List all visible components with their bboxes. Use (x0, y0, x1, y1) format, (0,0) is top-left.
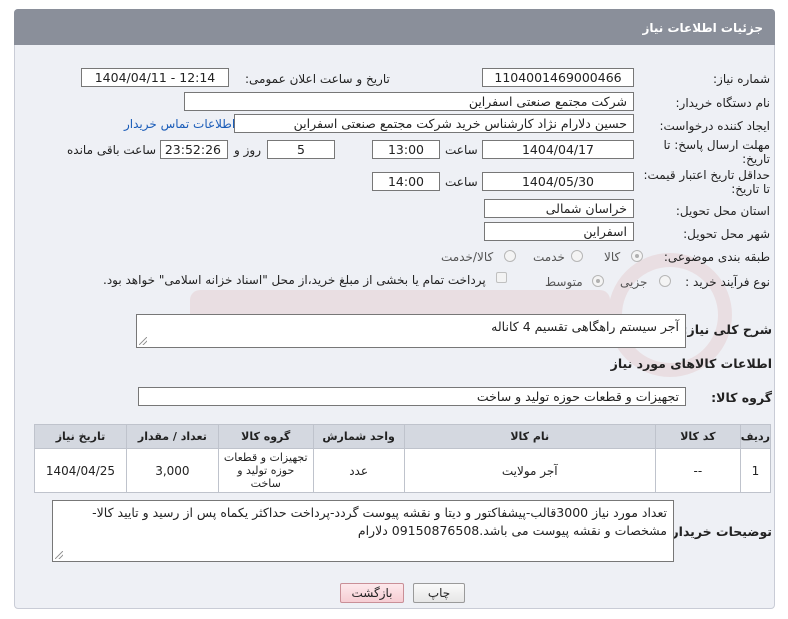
cell-code: -- (654, 448, 741, 493)
buyer-label: نام دستگاه خریدار: (675, 96, 771, 110)
buyer-notes-text: تعداد مورد نیاز 3000قالب-پیشفاکتور و دیت… (92, 505, 667, 538)
col-code-header: کد کالا (654, 424, 741, 449)
process-label: نوع فرآیند خرید : (685, 275, 770, 289)
days-label: روز و (234, 143, 261, 157)
cell-row: 1 (739, 448, 772, 493)
group-label: گروه کالا: (711, 390, 772, 405)
items-table: ردیف کد کالا نام کالا واحد شمارش گروه کا… (34, 424, 772, 493)
category-label: طبقه بندی موضوعی: (663, 250, 770, 264)
need-number-label: شماره نیاز: (713, 72, 770, 86)
city-label: شهر محل تحویل: (683, 227, 770, 241)
deadline-label-date: تاریخ: (742, 152, 770, 166)
validity-label-date: تا تاریخ: (731, 182, 770, 196)
buyer-notes-textarea: تعداد مورد نیاز 3000قالب-پیشفاکتور و دیت… (52, 500, 674, 562)
category-goods-radio[interactable] (631, 250, 643, 262)
col-row-header: ردیف (739, 424, 772, 449)
back-button[interactable]: بازگشت (340, 583, 404, 603)
treasury-payment-note: پرداخت تمام یا بخشی از مبلغ خرید،از محل … (103, 273, 486, 287)
buyer-field: شرکت مجتمع صنعتی اسفراین (184, 92, 634, 111)
cell-group: تجهیزات و قطعات حوزه تولید و ساخت (217, 448, 314, 493)
deadline-time-field: 13:00 (372, 140, 440, 159)
province-label: استان محل تحویل: (675, 204, 770, 218)
col-name-header: نام کالا (403, 424, 656, 449)
table-header-row: ردیف کد کالا نام کالا واحد شمارش گروه کا… (34, 424, 772, 449)
announce-label: تاریخ و ساعت اعلان عمومی: (245, 72, 390, 86)
deadline-label: مهلت ارسال پاسخ: تا (663, 138, 770, 152)
province-field: خراسان شمالی (484, 199, 634, 218)
table-row: 1 -- آجر مولایت عدد تجهیزات و قطعات حوزه… (34, 448, 772, 493)
resize-grip-icon[interactable] (55, 551, 63, 559)
validity-date-field: 1404/05/30 (482, 172, 634, 191)
category-goods-label: کالا (604, 250, 621, 264)
validity-label: حداقل تاریخ اعتبار قیمت: (643, 168, 770, 182)
days-remaining-field: 5 (267, 140, 335, 159)
page-title: جزئیات اطلاعات نیاز (14, 9, 775, 45)
need-number-field: 1104001469000466 (482, 68, 634, 87)
announce-field: 1404/04/11 - 12:14 (81, 68, 229, 87)
process-medium-radio[interactable] (592, 275, 604, 287)
process-medium-label: متوسط (545, 275, 583, 289)
remaining-label: ساعت باقی مانده (67, 143, 157, 157)
print-button[interactable]: چاپ (413, 583, 465, 603)
summary-text: آجر سیستم راهگاهی تقسیم 4 کاناله (491, 319, 679, 334)
creator-field: حسین دلارام نژاد کارشناس خرید شرکت مجتمع… (234, 114, 634, 133)
summary-label: شرح کلی نیاز: (682, 322, 772, 337)
category-both-radio[interactable] (504, 250, 516, 262)
process-minor-label: جزیی (620, 275, 648, 289)
remaining-time-field: 23:52:26 (160, 140, 228, 159)
deadline-date-field: 1404/04/17 (482, 140, 634, 159)
col-date-header: تاریخ نیاز (34, 424, 127, 449)
cell-unit: عدد (312, 448, 405, 493)
treasury-payment-checkbox[interactable] (496, 272, 507, 283)
resize-grip-icon[interactable] (139, 337, 147, 345)
city-field: اسفراین (484, 222, 634, 241)
validity-time-label: ساعت (445, 175, 478, 189)
process-minor-radio[interactable] (659, 275, 671, 287)
col-qty-header: تعداد / مقدار (125, 424, 219, 449)
cell-date: 1404/04/25 (34, 448, 127, 493)
summary-textarea: آجر سیستم راهگاهی تقسیم 4 کاناله (136, 314, 686, 348)
category-both-label: کالا/خدمت (441, 250, 494, 264)
creator-label: ایجاد کننده درخواست: (659, 119, 770, 133)
category-service-label: خدمت (533, 250, 565, 264)
category-service-radio[interactable] (571, 250, 583, 262)
col-group-header: گروه کالا (217, 424, 314, 449)
cell-qty: 3,000 (125, 448, 219, 493)
group-field: تجهیزات و قطعات حوزه تولید و ساخت (138, 387, 686, 406)
deadline-time-label: ساعت (445, 143, 478, 157)
col-unit-header: واحد شمارش (312, 424, 405, 449)
cell-name: آجر مولایت (403, 448, 656, 493)
buyer-contact-link[interactable]: اطلاعات تماس خریدار (124, 117, 235, 131)
buyer-notes-label: توضیحات خریدار: (666, 524, 772, 539)
validity-time-field: 14:00 (372, 172, 440, 191)
goods-section-title: اطلاعات کالاهای مورد نیاز (610, 356, 772, 371)
